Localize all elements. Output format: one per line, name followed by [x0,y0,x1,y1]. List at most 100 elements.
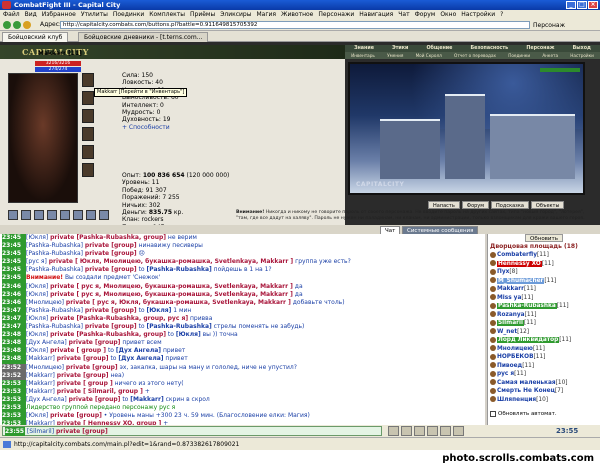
roster-user-name[interactable]: Miss ya [497,295,521,301]
chat-fragment[interactable]: private [group] [69,396,121,403]
chat-fragment[interactable]: private [group] [85,266,137,273]
quick-slot-2-icon[interactable] [21,210,31,220]
menu-item-2[interactable]: Избранное [42,10,76,19]
auto-refresh-checkbox[interactable] [490,410,496,417]
refresh-button[interactable]: Обновить [525,234,563,242]
chat-timestamp[interactable]: 23:46 [2,290,26,299]
back-icon[interactable] [3,21,11,29]
roster-user[interactable]: Miss ya[11] [490,294,571,303]
menu-item-11[interactable]: Навигация [359,10,393,19]
chat-timestamp[interactable]: 23:53 [2,379,26,388]
scene-building-left[interactable] [380,119,440,179]
roster-user-name[interactable]: Пух [497,269,509,275]
game-nav-item-3[interactable]: Безопасность [471,45,509,52]
chat-fragment[interactable]: [Дух Ангела] [118,355,163,362]
chat-fragment[interactable]: private [ Юкля, Мнолицею, букашка-ромашк… [49,258,293,265]
chat-fragment[interactable]: private [group] [57,355,109,362]
smiley-icon[interactable] [401,426,412,436]
game-nav-item-2[interactable]: Общение [426,45,452,52]
roster-user-name[interactable]: Самая маленькая [497,380,556,386]
quick-slot-8-icon[interactable] [99,210,109,220]
roster-user[interactable]: Пивоед[11] [490,362,571,371]
character-portrait[interactable] [8,73,78,203]
maximize-icon[interactable]: □ [577,1,587,9]
chat-fragment[interactable]: [Makkarr] [130,396,163,403]
menu-item-8[interactable]: Магия [256,10,276,19]
chat-fragment[interactable]: [Дух Ангела] [116,347,161,354]
abilities-link[interactable]: + Способности [122,124,179,131]
roster-user[interactable]: Rozanya[11] [490,311,571,320]
chat-timestamp[interactable]: 23:48 [2,355,26,364]
quick-slot-7-icon[interactable] [86,210,96,220]
chat-fragment[interactable]: [Pashka-Rubashka] [147,323,212,330]
chat-timestamp[interactable]: 23:53 [2,387,26,396]
roster-user-name[interactable]: рус я [497,371,514,377]
scene-palace[interactable] [490,114,575,179]
chat-input[interactable]: 23:55 [Silmaril] private [group] [2,426,382,436]
menu-item-12[interactable]: Чат [398,10,409,19]
chat-fragment[interactable]: private [ Silmaril, group ] [57,388,143,395]
roster-user[interactable]: Hennessy XO[11] [490,260,571,269]
equip-slot-armor[interactable] [82,127,94,141]
roster-user-name[interactable]: Combaterfly [497,252,537,258]
roster-user[interactable]: Makkarr[11] [490,285,571,294]
chat-fragment[interactable]: private [ group ] [50,347,106,354]
minimize-icon[interactable]: _ [566,1,576,9]
chat-timestamp[interactable]: 23:46 [2,282,26,291]
roster-user-name[interactable]: Pashka-Rubashka [497,303,557,309]
close-icon[interactable]: × [588,1,598,9]
auto-refresh-option[interactable]: Обновлять автомат. [490,410,557,419]
roster-user-name[interactable]: Hennessy XO [497,260,542,267]
scene-button-1[interactable]: Форум [461,201,490,209]
chat-fragment[interactable]: [Юкля] [176,331,201,338]
chat-timestamp[interactable]: 23:47 [2,314,26,324]
roster-user[interactable]: Combaterfly[11] [490,251,571,260]
roster-user-name[interactable]: Лорд Ликвидатор [497,337,560,343]
quick-slot-1-icon[interactable] [8,210,18,220]
chat-fragment[interactable]: private [ рус я, Мнолицею, букашка-ромаш… [50,291,293,298]
menu-item-15[interactable]: Настройки [461,10,495,19]
roster-user-name[interactable]: Makkarr [497,286,524,292]
chat-fragment[interactable]: private [Pashka-Rubashka, group] [50,331,166,338]
roster-user-name[interactable]: Мнолицею [497,346,533,352]
filter-icon[interactable] [440,426,451,436]
chat-timestamp[interactable]: 23:48 [2,347,26,356]
game-subnav-item-1[interactable]: Умения [387,52,403,59]
chat-timestamp[interactable]: 23:48 [2,339,26,348]
chat-fragment[interactable]: private [group] [85,323,137,330]
game-nav-item-1[interactable]: Этики [392,45,408,52]
refresh-icon[interactable] [23,21,31,29]
chat-fragment[interactable]: private [group] [85,250,137,257]
scene-tower[interactable] [445,94,485,179]
menu-item-16[interactable]: ? [500,10,503,19]
tab-diaries[interactable]: Бойцовские дневники - [t.terns.com... [78,32,209,42]
menu-item-14[interactable]: Окно [440,10,456,19]
roster-user-name[interactable]: Rozanya [497,312,525,318]
roster-user[interactable]: Шляпенция[10] [490,396,571,405]
chat-fragment[interactable]: private [Pashka-Rubashka, group, рус я] [50,315,188,322]
clear-icon[interactable] [427,426,438,436]
menu-item-6[interactable]: Приёмы [190,10,215,19]
equip-slot-amulet[interactable] [82,91,94,105]
menu-item-9[interactable]: Животное [281,10,313,19]
roster-user[interactable]: Лорд Ликвидатор[11] [490,336,571,345]
roster-user[interactable]: Мнолицею[11] [490,345,571,354]
chat-fragment[interactable]: [Pashka-Rubashka] [147,266,212,273]
roster-user[interactable]: НОРБЕКОВ[11] [490,353,571,362]
quick-slot-4-icon[interactable] [47,210,57,220]
chat-timestamp[interactable]: 23:45 [2,250,26,259]
roster-user-name[interactable]: НОРБЕКОВ [497,354,534,360]
quick-slot-6-icon[interactable] [73,210,83,220]
chat-timestamp[interactable]: 23:47 [2,323,26,332]
roster-user[interactable]: M_Shumacher[11] [490,277,571,286]
menu-item-0[interactable]: Файл [3,10,20,19]
chat-timestamp[interactable]: 23:45 [2,234,26,243]
translit-icon[interactable] [414,426,425,436]
game-nav-item-4[interactable]: Персонаж [526,45,554,52]
chat-fragment[interactable]: private [group] [69,339,121,346]
game-subnav-item-0[interactable]: Инвентарь [351,52,375,59]
chat-fragment[interactable]: private [Pashka-Rubashka, group] [50,234,166,241]
roster-user[interactable]: Silmaril[11] [490,319,571,328]
chat-timestamp[interactable]: 23:45 [2,266,26,275]
chat-timestamp[interactable]: 23:52 [2,371,26,380]
